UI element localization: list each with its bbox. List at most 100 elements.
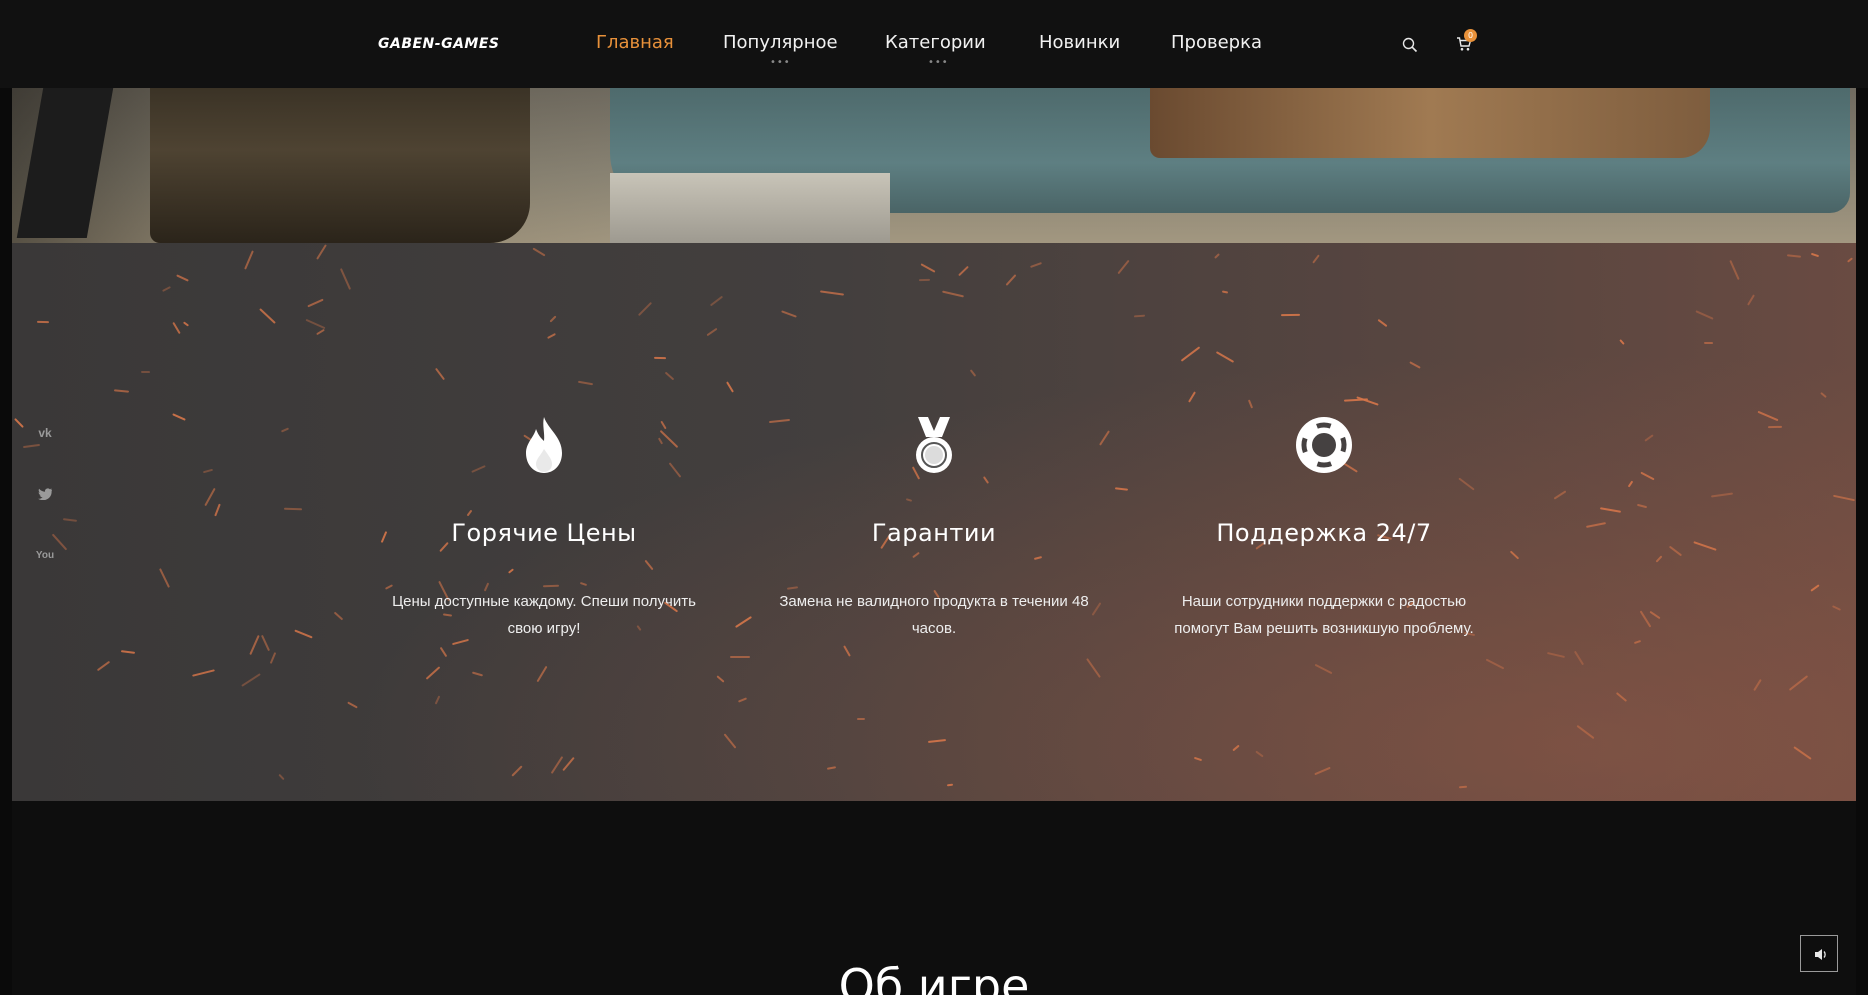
ember-spark bbox=[1509, 550, 1520, 560]
ember-spark bbox=[204, 487, 216, 507]
ember-spark bbox=[737, 697, 748, 703]
ember-spark bbox=[434, 695, 441, 705]
ember-spark bbox=[182, 321, 190, 327]
ember-spark bbox=[768, 418, 791, 424]
hero-banner bbox=[0, 88, 1868, 243]
ember-spark bbox=[843, 645, 851, 657]
ember-spark bbox=[1585, 522, 1607, 528]
site-logo[interactable]: GABEN-GAMES bbox=[378, 36, 500, 52]
ember-spark bbox=[1485, 658, 1505, 670]
ember-spark bbox=[1314, 766, 1331, 776]
twitter-icon[interactable] bbox=[34, 488, 56, 506]
ember-spark bbox=[283, 507, 303, 511]
nav-item-new[interactable]: Новинки bbox=[1039, 32, 1120, 53]
lifebuoy-icon bbox=[1294, 415, 1354, 475]
ember-spark bbox=[1788, 675, 1809, 691]
medal-icon bbox=[904, 415, 964, 475]
ember-spark bbox=[542, 584, 560, 588]
ember-spark bbox=[1793, 746, 1812, 760]
ember-spark bbox=[339, 268, 352, 290]
ember-spark bbox=[905, 498, 913, 502]
ember-spark bbox=[781, 310, 797, 318]
ember-spark bbox=[1636, 503, 1648, 509]
ember-spark bbox=[709, 295, 724, 307]
submenu-indicator: ••• bbox=[928, 57, 949, 68]
ember-spark bbox=[316, 244, 327, 260]
ember-spark bbox=[244, 250, 254, 270]
ember-spark bbox=[172, 321, 181, 335]
ember-spark bbox=[1668, 545, 1683, 557]
ember-spark bbox=[730, 656, 750, 658]
ember-spark bbox=[856, 717, 866, 721]
ember-spark bbox=[434, 367, 446, 381]
ember-spark bbox=[969, 369, 977, 377]
ember-spark bbox=[1221, 290, 1229, 294]
ember-spark bbox=[1117, 259, 1130, 275]
ember-spark bbox=[214, 503, 221, 517]
ember-spark bbox=[1627, 480, 1634, 488]
ember-spark bbox=[1232, 744, 1240, 752]
ember-spark bbox=[1810, 584, 1820, 592]
ember-spark bbox=[920, 263, 936, 273]
ember-spark bbox=[1703, 341, 1714, 345]
hero-art-rifle bbox=[16, 88, 114, 238]
ember-spark bbox=[294, 629, 313, 639]
ember-spark bbox=[176, 274, 189, 282]
ember-spark bbox=[120, 650, 136, 654]
ember-spark bbox=[140, 370, 151, 374]
ember-spark bbox=[706, 327, 718, 337]
ember-spark bbox=[1615, 692, 1628, 702]
ember-spark bbox=[946, 783, 954, 787]
ember-spark bbox=[471, 671, 484, 677]
hero-art-truck-bumper bbox=[610, 173, 890, 243]
ember-spark bbox=[1314, 663, 1333, 675]
ember-spark bbox=[660, 420, 667, 430]
ember-spark bbox=[1729, 260, 1740, 280]
ember-spark bbox=[14, 417, 24, 429]
ember-spark bbox=[305, 318, 326, 330]
grunge-frame-right bbox=[1856, 0, 1868, 995]
ember-spark bbox=[1747, 294, 1755, 306]
search-icon[interactable] bbox=[1402, 37, 1418, 53]
ember-spark bbox=[1312, 254, 1320, 264]
ember-spark bbox=[726, 381, 734, 393]
ember-spark bbox=[439, 646, 448, 658]
ember-spark bbox=[562, 756, 575, 772]
nav-item-categories[interactable]: Категории bbox=[885, 32, 986, 53]
nav-item-check[interactable]: Проверка bbox=[1171, 32, 1262, 53]
feature-title: Поддержка 24/7 bbox=[1216, 519, 1432, 547]
ember-spark bbox=[549, 315, 557, 323]
ember-spark bbox=[96, 660, 111, 672]
ember-spark bbox=[1114, 487, 1129, 491]
ember-spark bbox=[22, 443, 41, 449]
cart-count-badge: 0 bbox=[1464, 29, 1477, 42]
ember-spark bbox=[657, 437, 664, 445]
ember-spark bbox=[347, 701, 358, 709]
ember-spark bbox=[280, 427, 290, 433]
submenu-indicator: ••• bbox=[770, 57, 791, 68]
ember-spark bbox=[62, 518, 78, 522]
ember-spark bbox=[1710, 492, 1734, 498]
feature-title: Горячие Цены bbox=[451, 519, 637, 547]
ember-spark bbox=[550, 756, 564, 774]
ember-spark bbox=[1820, 391, 1827, 399]
feature-description: Наши сотрудники поддержки с радостью пом… bbox=[1174, 593, 1474, 637]
ember-spark bbox=[637, 301, 653, 317]
ember-spark bbox=[1458, 477, 1475, 491]
youtube-icon[interactable]: You bbox=[34, 550, 56, 568]
ember-spark bbox=[1214, 253, 1220, 259]
features-section: Горячие Цены Цены доступные каждому. Спе… bbox=[0, 243, 1868, 801]
vk-icon[interactable]: vk bbox=[34, 426, 56, 444]
ember-spark bbox=[1767, 425, 1783, 429]
about-title: Об игре bbox=[838, 959, 1030, 995]
ember-spark bbox=[826, 766, 837, 770]
sound-toggle-button[interactable] bbox=[1800, 935, 1838, 972]
nav-item-popular[interactable]: Популярное bbox=[723, 32, 838, 53]
ember-spark bbox=[1458, 785, 1468, 789]
nav-item-home[interactable]: Главная bbox=[596, 32, 674, 53]
ember-spark bbox=[1409, 361, 1421, 369]
ember-spark bbox=[1215, 351, 1235, 363]
grunge-frame-left bbox=[0, 0, 12, 995]
ember-spark bbox=[1644, 434, 1654, 442]
ember-spark bbox=[1576, 724, 1595, 740]
